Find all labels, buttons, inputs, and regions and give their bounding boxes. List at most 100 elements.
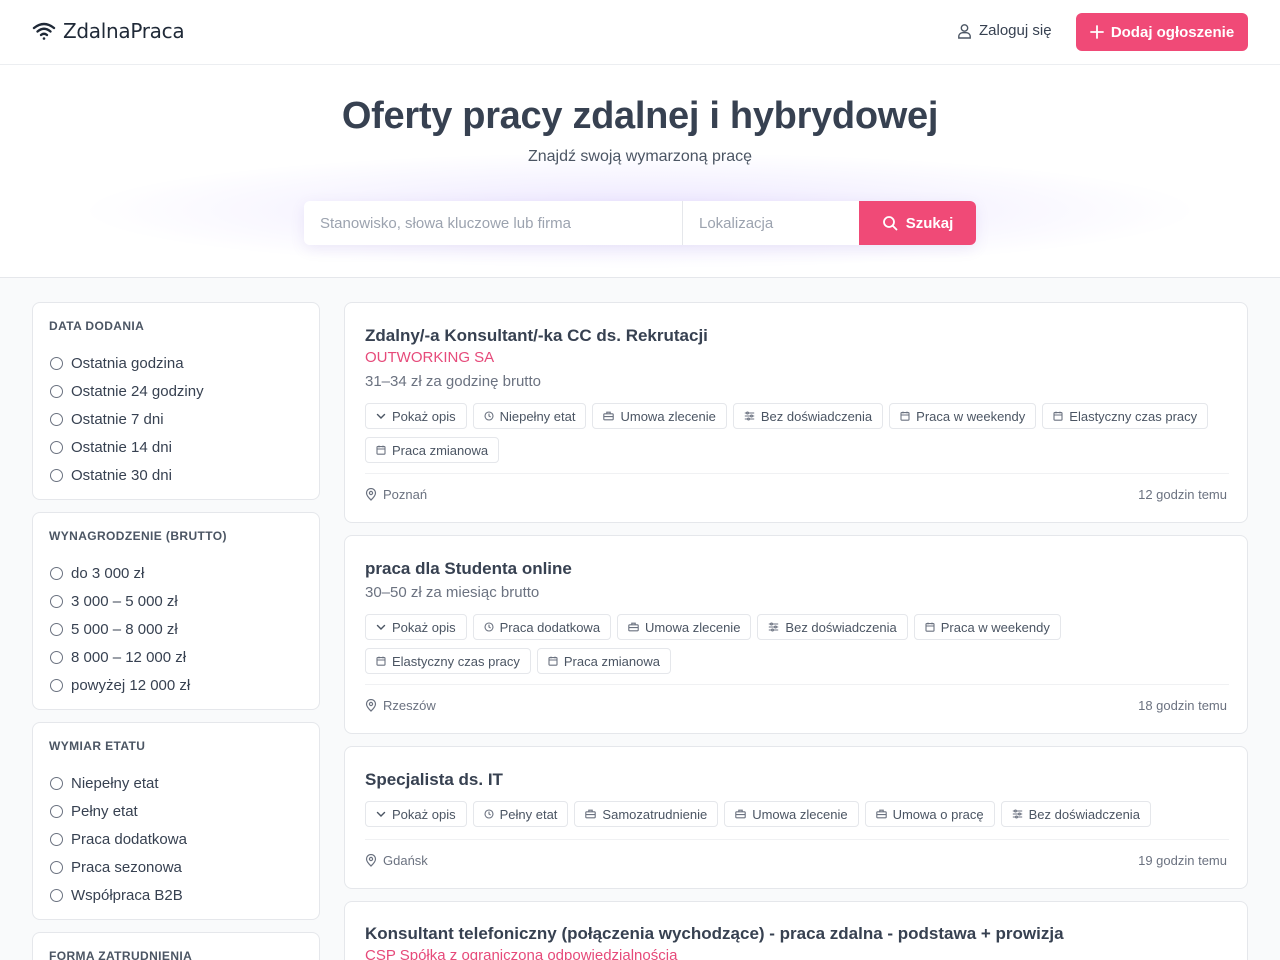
filter-title: WYNAGRODZENIE (BRUTTO): [49, 529, 227, 543]
sliders-icon: [744, 411, 755, 421]
tag: Bez doświadczenia: [757, 614, 908, 640]
calendar-icon: [900, 411, 910, 421]
calendar-icon: [376, 656, 386, 666]
search-icon: [882, 215, 898, 231]
tag: Praca dodatkowa: [472, 614, 612, 640]
salary: 30–50 zł za miesiąc brutto: [365, 584, 540, 601]
clock-icon: [484, 411, 494, 421]
radio-button[interactable]: [50, 622, 63, 636]
location-search-input[interactable]: [683, 201, 859, 245]
posted-time: 12 godzin temu: [1138, 487, 1227, 502]
radio-button[interactable]: [50, 384, 63, 398]
filter-option[interactable]: Praca dodatkowa: [49, 825, 303, 853]
user-icon: [957, 23, 972, 39]
job-card[interactable]: Specjalista ds. IT Pokaż opis Pełny etat…: [344, 746, 1248, 889]
tag-list: Pokaż opis Pełny etat Samozatrudnienie U…: [365, 801, 1229, 827]
company-name[interactable]: CSP Spółka z ograniczoną odpowiedzialnoś…: [365, 947, 677, 960]
site-header: ZdalnaPraca Zaloguj się Dodaj ogłoszenie: [0, 0, 1280, 65]
card-divider: [365, 684, 1229, 685]
tag: Niepełny etat: [472, 403, 587, 429]
logo[interactable]: ZdalnaPraca: [32, 19, 185, 43]
login-label: Zaloguj się: [979, 22, 1052, 39]
show-description-button[interactable]: Pokaż opis: [365, 614, 467, 640]
filter-option[interactable]: Ostatnie 24 godziny: [49, 377, 303, 405]
radio-button[interactable]: [50, 804, 63, 818]
page-subtitle: Znajdź swoją wymarzoną pracę: [527, 148, 753, 165]
tag-list: Pokaż opis Niepełny etat Umowa zlecenie …: [365, 403, 1229, 463]
page-title: Oferty pracy zdalnej i hybrydowej: [341, 95, 939, 137]
filter-option[interactable]: do 3 000 zł: [49, 559, 303, 587]
tag: Elastyczny czas pracy: [1042, 403, 1209, 429]
briefcase-icon: [585, 809, 597, 819]
tag: Umowa zlecenie: [617, 614, 752, 640]
sliders-icon: [1012, 809, 1023, 819]
job-location: Gdańsk: [365, 853, 428, 868]
filter-option[interactable]: Ostatnie 7 dni: [49, 405, 303, 433]
filter-option[interactable]: powyżej 12 000 zł: [49, 671, 303, 699]
radio-button[interactable]: [50, 566, 63, 580]
filter-title: DATA DODANIA: [49, 319, 145, 333]
filter-salary: WYNAGRODZENIE (BRUTTO) do 3 000 zł 3 000…: [32, 512, 320, 710]
filter-contract-type: FORMA ZATRUDNIENIA: [32, 932, 320, 960]
filter-option[interactable]: Współpraca B2B: [49, 881, 303, 909]
job-card[interactable]: Konsultant telefoniczny (połączenia wych…: [344, 901, 1248, 960]
radio-button[interactable]: [50, 860, 63, 874]
job-card[interactable]: Zdalny/-a Konsultant/-ka CC ds. Rekrutac…: [344, 302, 1248, 523]
job-title[interactable]: Specjalista ds. IT: [365, 770, 503, 790]
add-listing-button[interactable]: Dodaj ogłoszenie: [1076, 13, 1248, 51]
job-card[interactable]: praca dla Studenta online 30–50 zł za mi…: [344, 535, 1248, 734]
show-description-button[interactable]: Pokaż opis: [365, 403, 467, 429]
job-title[interactable]: Konsultant telefoniczny (połączenia wych…: [365, 924, 1064, 944]
card-divider: [365, 839, 1229, 840]
map-pin-icon: [365, 699, 377, 712]
plus-icon: [1089, 25, 1104, 39]
login-link[interactable]: Zaloguj się: [957, 22, 1052, 39]
salary: 31–34 zł za godzinę brutto: [365, 373, 541, 390]
filter-option[interactable]: 8 000 – 12 000 zł: [49, 643, 303, 671]
search-button-label: Szukaj: [905, 214, 954, 232]
card-divider: [365, 473, 1229, 474]
radio-button[interactable]: [50, 440, 63, 454]
tag: Umowa zlecenie: [724, 801, 859, 827]
radio-button[interactable]: [50, 468, 63, 482]
filter-option[interactable]: Ostatnie 30 dni: [49, 461, 303, 489]
radio-button[interactable]: [50, 594, 63, 608]
search-button[interactable]: Szukaj: [859, 201, 976, 245]
job-location: Poznań: [365, 487, 427, 502]
radio-button[interactable]: [50, 776, 63, 790]
radio-button[interactable]: [50, 888, 63, 902]
filter-title: WYMIAR ETATU: [49, 739, 146, 753]
posted-time: 18 godzin temu: [1138, 698, 1227, 713]
clock-icon: [484, 622, 494, 632]
keyword-search-input[interactable]: [304, 201, 683, 245]
filter-option[interactable]: Niepełny etat: [49, 769, 303, 797]
filter-option[interactable]: Praca sezonowa: [49, 853, 303, 881]
hero-section: Oferty pracy zdalnej i hybrydowej Znajdź…: [0, 65, 1280, 278]
filter-option[interactable]: Ostatnie 14 dni: [49, 433, 303, 461]
job-location: Rzeszów: [365, 698, 436, 713]
radio-button[interactable]: [50, 412, 63, 426]
filter-employment-time: WYMIAR ETATU Niepełny etat Pełny etat Pr…: [32, 722, 320, 920]
company-name[interactable]: OUTWORKING SA: [365, 349, 494, 366]
radio-button[interactable]: [50, 650, 63, 664]
tag: Bez doświadczenia: [1000, 801, 1151, 827]
job-title[interactable]: Zdalny/-a Konsultant/-ka CC ds. Rekrutac…: [365, 326, 708, 346]
filter-option[interactable]: 3 000 – 5 000 zł: [49, 587, 303, 615]
tag: Praca w weekendy: [889, 403, 1037, 429]
filter-option[interactable]: 5 000 – 8 000 zł: [49, 615, 303, 643]
map-pin-icon: [365, 488, 377, 501]
briefcase-icon: [875, 809, 887, 819]
radio-button[interactable]: [50, 678, 63, 692]
radio-button[interactable]: [50, 832, 63, 846]
wifi-icon: [32, 21, 56, 41]
tag: Samozatrudnienie: [574, 801, 719, 827]
add-listing-label: Dodaj ogłoszenie: [1110, 23, 1235, 41]
show-description-button[interactable]: Pokaż opis: [365, 801, 467, 827]
chevron-down-icon: [376, 411, 386, 421]
filter-option[interactable]: Pełny etat: [49, 797, 303, 825]
tag: Pełny etat: [472, 801, 569, 827]
job-title[interactable]: praca dla Studenta online: [365, 559, 572, 579]
calendar-icon: [1053, 411, 1063, 421]
radio-button[interactable]: [50, 356, 63, 370]
filter-option[interactable]: Ostatnia godzina: [49, 349, 303, 377]
